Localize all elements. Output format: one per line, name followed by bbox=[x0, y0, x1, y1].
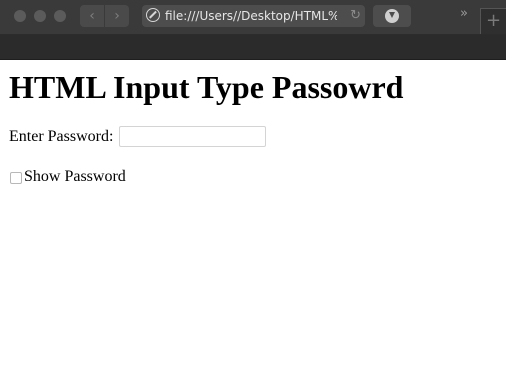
close-window-button[interactable] bbox=[14, 10, 26, 22]
reload-icon[interactable]: ↻ bbox=[350, 5, 361, 27]
download-icon bbox=[385, 9, 399, 23]
downloads-button[interactable] bbox=[373, 5, 411, 27]
chevron-left-icon: ‹ bbox=[89, 8, 95, 24]
address-url[interactable]: file:///Users//Desktop/HTML%2 bbox=[165, 5, 337, 27]
back-button[interactable]: ‹ bbox=[80, 5, 104, 27]
compass-icon bbox=[146, 8, 160, 22]
password-input[interactable] bbox=[119, 126, 266, 147]
show-password-label[interactable]: Show Password bbox=[24, 167, 126, 187]
address-bar[interactable]: file:///Users//Desktop/HTML%2 ↻ bbox=[142, 5, 365, 27]
page-content: HTML Input Type Passowrd Enter Password:… bbox=[0, 60, 506, 368]
plus-icon: + bbox=[485, 10, 502, 31]
browser-window: ‹ › file:///Users//Desktop/HTML%2 ↻ » + … bbox=[0, 0, 506, 368]
double-chevron-right-icon[interactable]: » bbox=[460, 6, 468, 21]
minimize-window-button[interactable] bbox=[34, 10, 46, 22]
tab-strip bbox=[0, 35, 506, 60]
page-title: HTML Input Type Passowrd bbox=[9, 69, 404, 105]
chevron-right-icon: › bbox=[114, 8, 120, 24]
zoom-window-button[interactable] bbox=[54, 10, 66, 22]
password-label: Enter Password: bbox=[9, 128, 114, 145]
forward-button[interactable]: › bbox=[105, 5, 129, 27]
new-tab-button[interactable]: + bbox=[480, 8, 506, 34]
show-password-checkbox[interactable] bbox=[10, 172, 22, 184]
browser-toolbar: ‹ › file:///Users//Desktop/HTML%2 ↻ » + bbox=[0, 0, 506, 35]
